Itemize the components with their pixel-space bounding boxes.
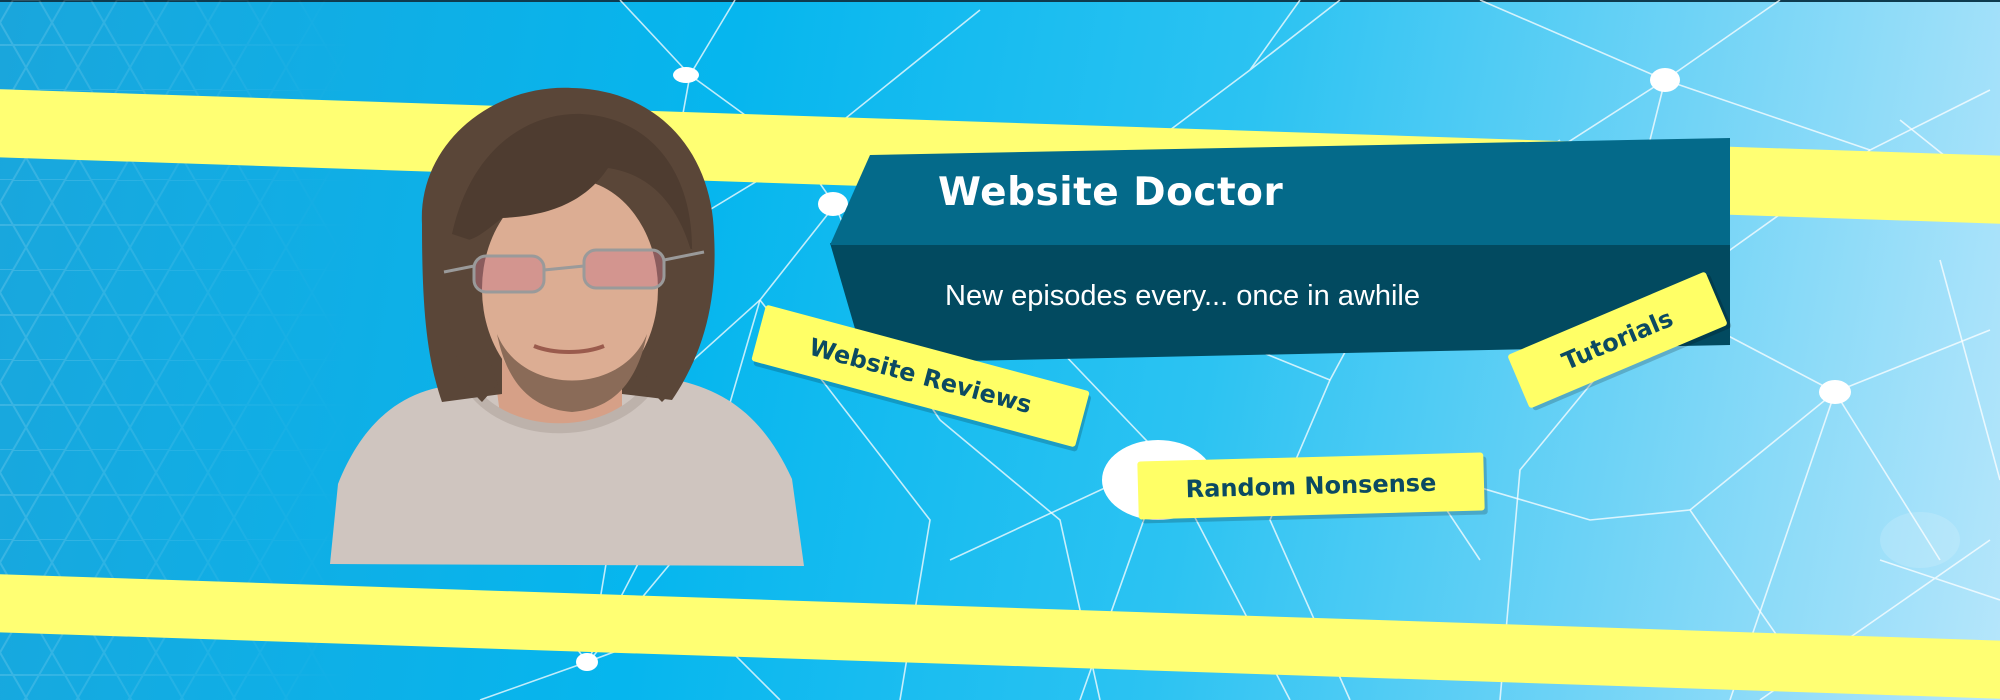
channel-title: Website Doctor [938, 170, 1284, 215]
channel-banner: Website Doctor New episodes every... onc… [0, 0, 2000, 700]
tag-random-nonsense: Random Nonsense [1137, 452, 1485, 520]
channel-subtitle: New episodes every... once in awhile [945, 280, 1420, 312]
avatar [330, 87, 804, 566]
